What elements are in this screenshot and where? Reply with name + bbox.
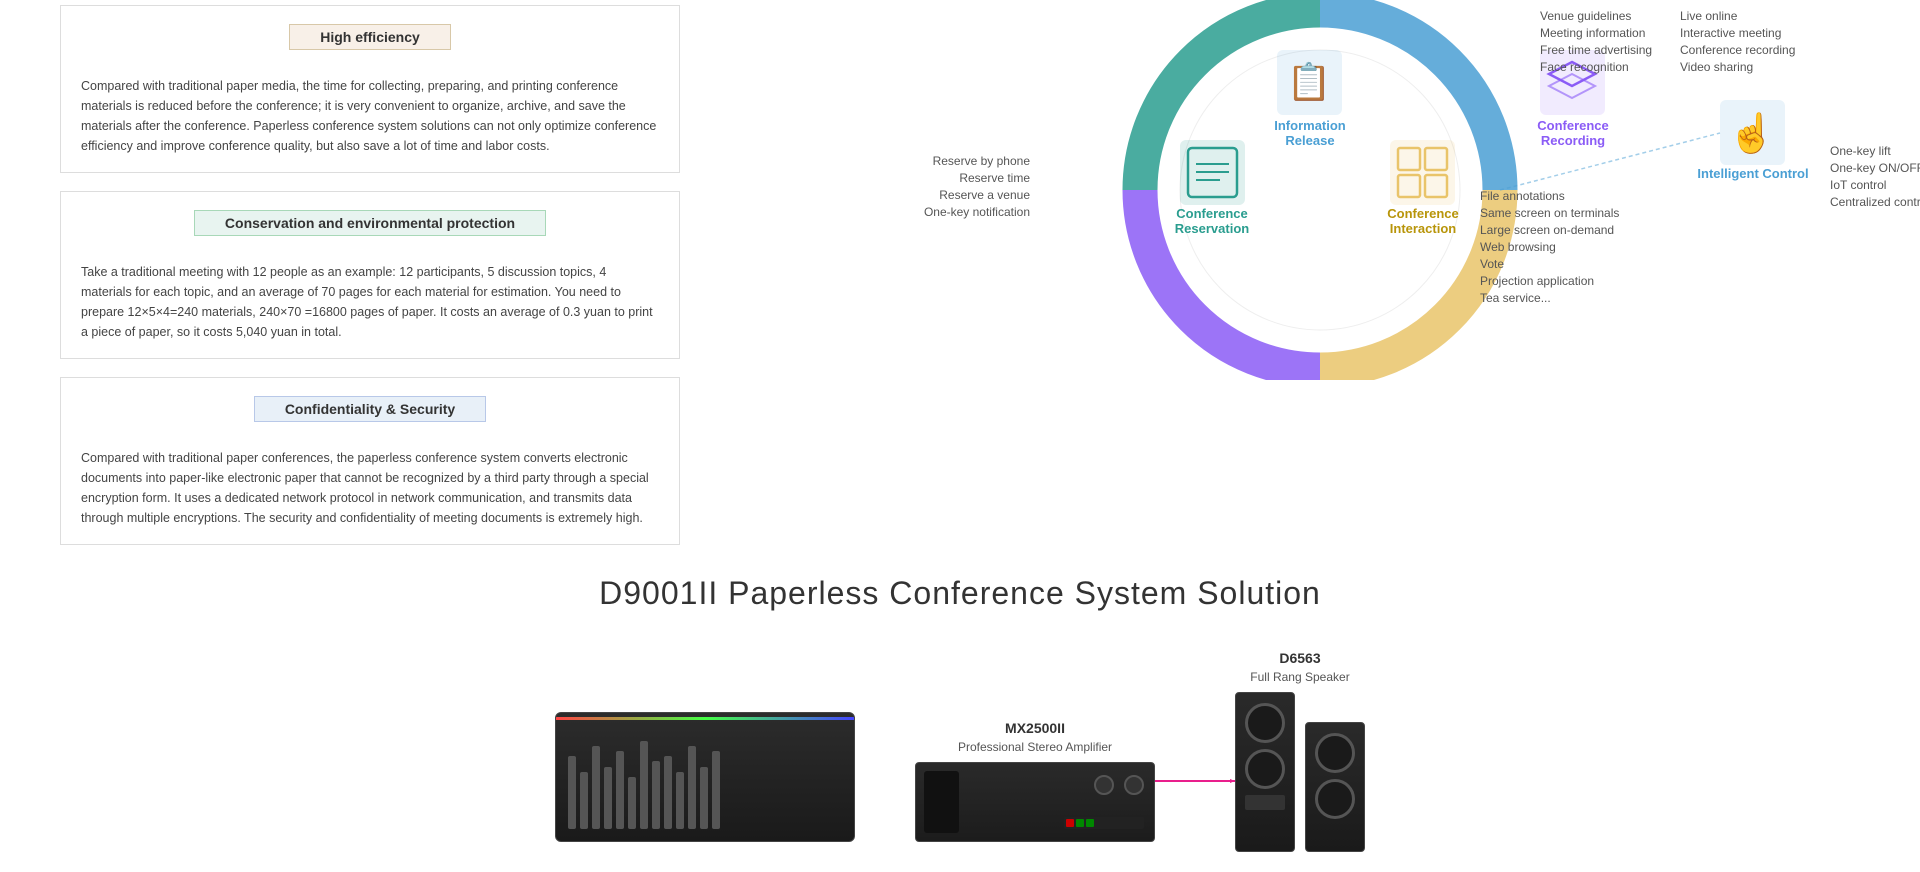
svg-text:Information: Information [1274, 118, 1346, 133]
svg-text:Reserve time: Reserve time [959, 171, 1030, 185]
svg-text:One-key ON/OFF: One-key ON/OFF [1830, 161, 1920, 175]
node-intelligent-control: ☝ [1720, 100, 1785, 165]
svg-text:Centralized control: Centralized control [1830, 195, 1920, 209]
svg-text:Recording: Recording [1541, 133, 1605, 148]
svg-text:Interaction: Interaction [1390, 221, 1457, 236]
speaker-tall [1235, 692, 1295, 852]
svg-text:One-key lift: One-key lift [1830, 144, 1891, 158]
svg-text:Vote: Vote [1480, 257, 1504, 271]
svg-text:Web browsing: Web browsing [1480, 240, 1556, 254]
card-body-efficiency: Compared with traditional paper media, t… [61, 68, 679, 172]
amplifier-image [915, 762, 1155, 842]
svg-text:File annotations: File annotations [1480, 189, 1565, 203]
svg-text:☝: ☝ [1728, 110, 1775, 156]
svg-text:Conference: Conference [1387, 206, 1459, 221]
mixer-image [555, 712, 855, 842]
page-wrapper: High efficiency Compared with traditiona… [0, 0, 1920, 872]
svg-text:Free time advertising: Free time advertising [1540, 43, 1652, 57]
svg-text:Intelligent Control: Intelligent Control [1697, 166, 1808, 181]
svg-text:Meeting information: Meeting information [1540, 26, 1645, 40]
top-section: High efficiency Compared with traditiona… [0, 0, 1920, 545]
feature-card-high-efficiency: High efficiency Compared with traditiona… [60, 5, 680, 173]
card-header-efficiency: High efficiency [61, 18, 679, 56]
node-information-release: 📋 [1277, 50, 1342, 115]
svg-text:📋: 📋 [1287, 61, 1332, 102]
connection-line [1155, 779, 1235, 783]
card-title-confidentiality: Confidentiality & Security [254, 396, 486, 422]
node-conference-interaction [1390, 140, 1455, 205]
feature-card-confidentiality: Confidentiality & Security Compared with… [60, 377, 680, 545]
diagram-svg-wrap: Conference Reservation 📋 Information Rel… [720, 0, 1920, 380]
svg-text:One-key notification: One-key notification [924, 205, 1030, 219]
product-speakers: D6563 Full Rang Speaker [1235, 650, 1365, 852]
card-title-conservation: Conservation and environmental protectio… [194, 210, 546, 236]
node-conference-reservation [1180, 140, 1245, 205]
svg-text:Conference recording: Conference recording [1680, 43, 1795, 57]
card-title-efficiency: High efficiency [289, 24, 451, 50]
product-mx2500ii: MX2500II Professional Stereo Amplifier [915, 720, 1155, 842]
svg-text:Video sharing: Video sharing [1680, 60, 1753, 74]
svg-text:Reservation: Reservation [1175, 221, 1249, 236]
svg-text:Projection application: Projection application [1480, 274, 1594, 288]
diagram-svg: Conference Reservation 📋 Information Rel… [720, 0, 1920, 380]
speaker-short [1305, 722, 1365, 852]
svg-text:Large screen on-demand: Large screen on-demand [1480, 223, 1614, 237]
svg-text:Conference: Conference [1176, 206, 1248, 221]
speakers-group [1235, 692, 1365, 852]
svg-text:Release: Release [1285, 133, 1334, 148]
mx2500ii-sublabel: Professional Stereo Amplifier [958, 740, 1112, 754]
card-header-conservation: Conservation and environmental protectio… [61, 204, 679, 242]
card-header-confidentiality: Confidentiality & Security [61, 390, 679, 428]
card-body-conservation: Take a traditional meeting with 12 peopl… [61, 254, 679, 358]
svg-text:Conference: Conference [1537, 118, 1609, 133]
d6563-sublabel: Full Rang Speaker [1250, 670, 1349, 684]
left-column: High efficiency Compared with traditiona… [60, 0, 680, 545]
product-mixer [555, 712, 855, 842]
svg-text:Reserve a venue: Reserve a venue [939, 188, 1030, 202]
svg-text:Venue guidelines: Venue guidelines [1540, 9, 1631, 23]
svg-text:Interactive meeting: Interactive meeting [1680, 26, 1781, 40]
bottom-section: D9001II Paperless Conference System Solu… [0, 545, 1920, 872]
bottom-title: D9001II Paperless Conference System Solu… [60, 575, 1860, 612]
right-column: Conference Reservation 📋 Information Rel… [720, 0, 1920, 545]
mx2500ii-label: MX2500II [1005, 720, 1065, 736]
svg-text:Tea service...: Tea service... [1480, 291, 1551, 305]
svg-text:Face recognition: Face recognition [1540, 60, 1629, 74]
card-body-confidentiality: Compared with traditional paper conferen… [61, 440, 679, 544]
svg-text:Live online: Live online [1680, 9, 1738, 23]
svg-text:IoT control: IoT control [1830, 178, 1886, 192]
svg-text:Reserve by phone: Reserve by phone [933, 154, 1031, 168]
feature-card-conservation: Conservation and environmental protectio… [60, 191, 680, 359]
d6563-label: D6563 [1279, 650, 1320, 666]
svg-text:Same screen on terminals: Same screen on terminals [1480, 206, 1619, 220]
